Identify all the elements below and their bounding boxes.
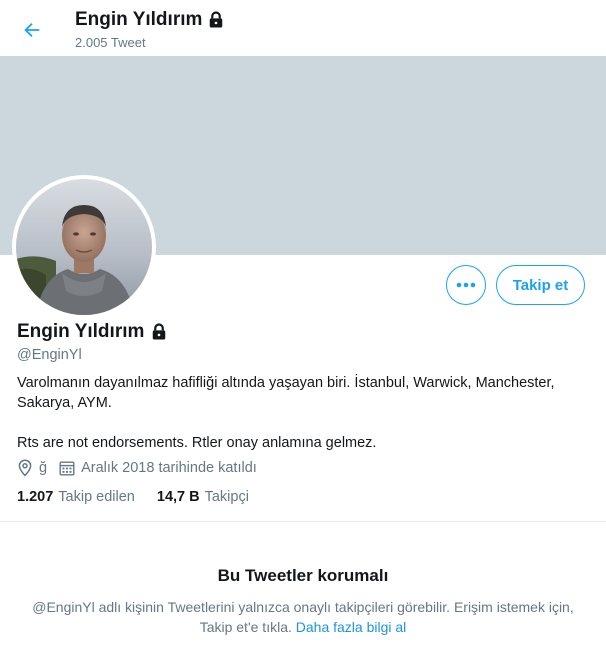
profile-name-text: Engin Yıldırım [17,321,145,342]
following-link[interactable]: 1.207 Takip edilen [17,489,135,505]
location-text: ğ [39,460,48,476]
profile-meta: ğ Aralık 2018 tarihinde katıldı [17,459,269,477]
follow-button[interactable]: Takip et [496,265,585,305]
location-icon [18,459,32,477]
lock-icon [210,11,223,28]
back-button[interactable] [14,12,50,48]
avatar-photo [16,179,152,315]
avatar[interactable] [12,175,156,319]
learn-more-link[interactable]: Daha fazla bilgi al [296,619,407,635]
bio-line-1: Varolmanın dayanılmaz hafifliği altında … [17,375,555,411]
joined-text: Aralık 2018 tarihinde katıldı [81,460,257,476]
follow-stats: 1.207 Takip edilen 14,7 B Takipçi [17,489,249,505]
location-item: ğ [17,459,47,477]
joined-item: Aralık 2018 tarihinde katıldı [59,460,257,476]
more-options-button[interactable] [446,265,486,305]
tweet-count: 2.005 Tweet [75,35,146,50]
bio-line-2: Rts are not endorsements. Rtler onay anl… [17,435,377,451]
following-count: 1.207 [17,489,54,505]
lock-icon [153,323,166,340]
header-title: Engin Yıldırım [75,9,226,31]
profile-bio: Varolmanın dayanılmaz hafifliği altında … [17,373,577,473]
followers-link[interactable]: 14,7 B Takipçi [157,489,249,505]
protected-message: @EnginYl adlı kişinin Tweetlerini yalnız… [28,597,578,637]
profile-handle: @EnginYl [17,347,82,363]
followers-label: Takipçi [204,489,249,505]
section-divider [0,521,606,522]
back-arrow-icon [24,22,40,38]
followers-count: 14,7 B [156,489,200,505]
protected-title: Bu Tweetler korumalı [217,566,389,585]
top-bar: Engin Yıldırım 2.005 Tweet [0,0,606,56]
following-label: Takip edilen [58,489,135,505]
more-icon [456,282,476,288]
profile-name: Engin Yıldırım [17,321,169,343]
calendar-icon [59,461,75,476]
header-name: Engin Yıldırım [75,9,203,30]
